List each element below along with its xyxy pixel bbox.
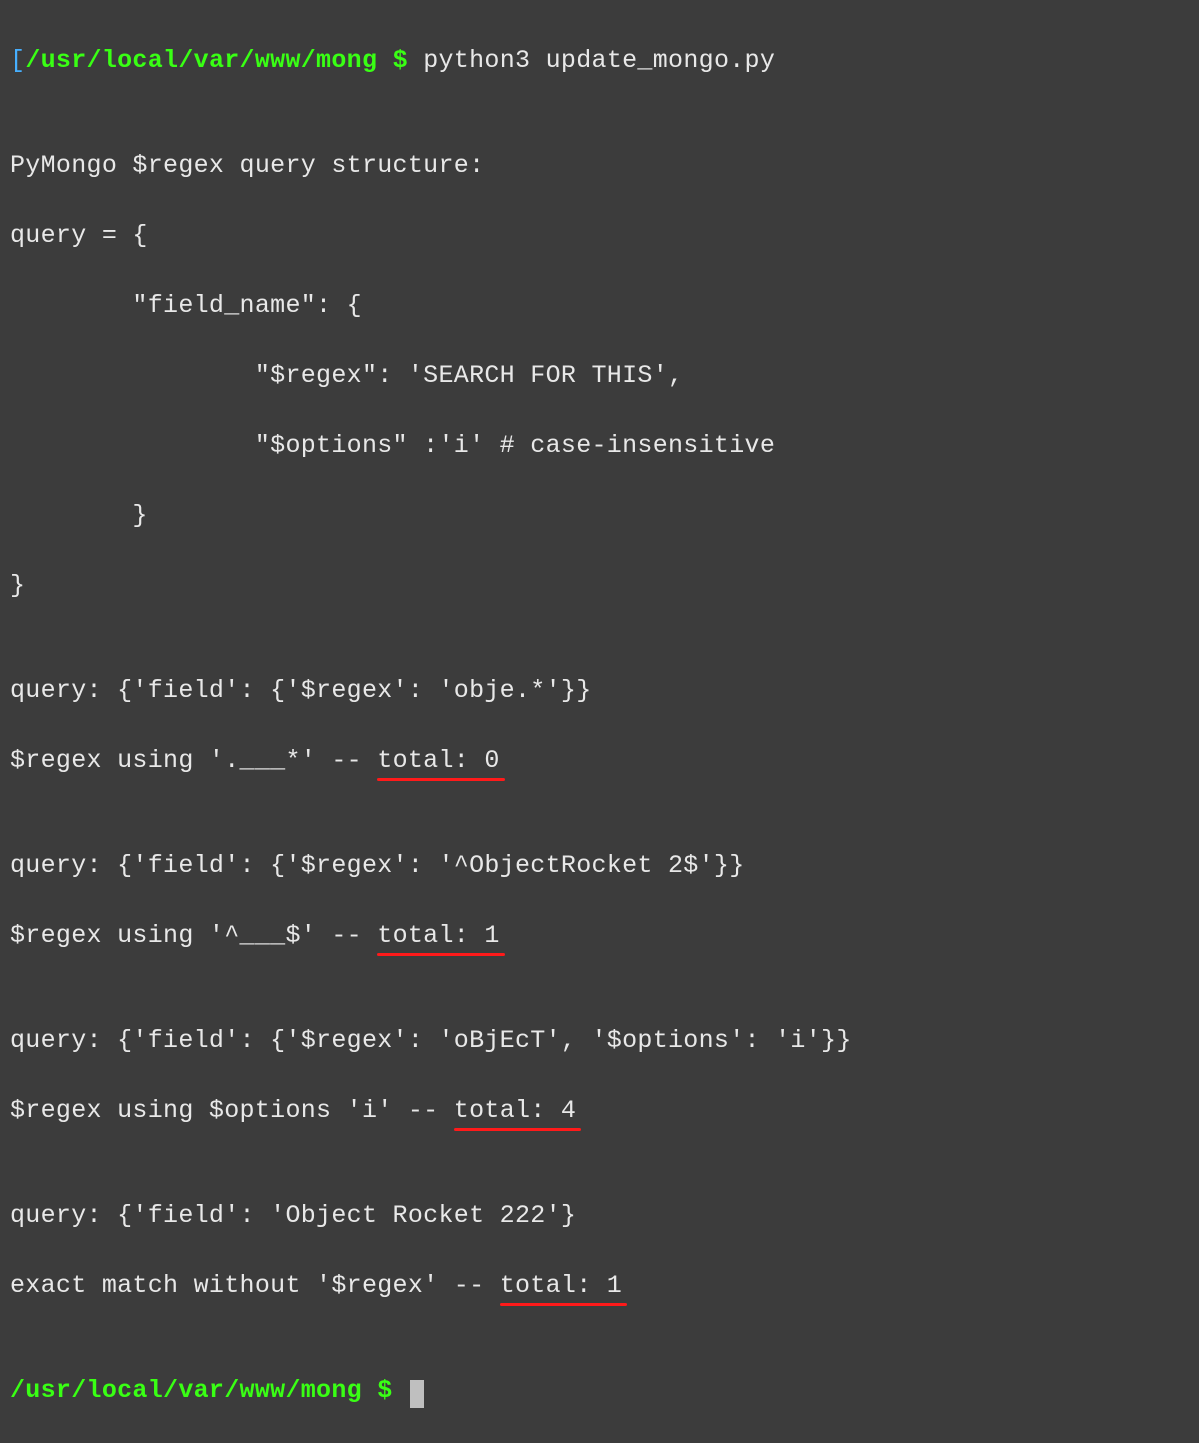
prompt-symbol: $ bbox=[362, 1376, 408, 1405]
total-highlight: total: 1 bbox=[377, 918, 499, 953]
prompt-symbol: $ bbox=[377, 46, 423, 75]
query-line: query: {'field': {'$regex': '^ObjectRock… bbox=[10, 848, 1189, 883]
total-highlight: total: 4 bbox=[454, 1093, 576, 1128]
result-prefix: $regex using $options 'i' -- bbox=[10, 1096, 454, 1125]
result-line: $regex using '^___$' -- total: 1 bbox=[10, 918, 1189, 953]
total-highlight: total: 0 bbox=[377, 743, 499, 778]
output-line: PyMongo $regex query structure: bbox=[10, 148, 1189, 183]
cwd-path: /usr/local/var/www/mong bbox=[10, 1376, 362, 1405]
query-line: query: {'field': 'Object Rocket 222'} bbox=[10, 1198, 1189, 1233]
output-line: "field_name": { bbox=[10, 288, 1189, 323]
output-line: query = { bbox=[10, 218, 1189, 253]
command-text: python3 update_mongo.py bbox=[423, 46, 775, 75]
result-prefix: exact match without '$regex' -- bbox=[10, 1271, 500, 1300]
result-line: $regex using '.___*' -- total: 0 bbox=[10, 743, 1189, 778]
cursor-icon bbox=[410, 1380, 424, 1408]
result-prefix: $regex using '^___$' -- bbox=[10, 921, 377, 950]
output-line: } bbox=[10, 498, 1189, 533]
result-line: $regex using $options 'i' -- total: 4 bbox=[10, 1093, 1189, 1128]
total-highlight: total: 1 bbox=[500, 1268, 622, 1303]
prompt-line-2[interactable]: /usr/local/var/www/mong $ bbox=[10, 1373, 1189, 1408]
query-line: query: {'field': {'$regex': 'oBjEcT', '$… bbox=[10, 1023, 1189, 1058]
terminal[interactable]: [/usr/local/var/www/mong $ python3 updat… bbox=[10, 8, 1189, 1443]
output-line: "$options" :'i' # case-insensitive bbox=[10, 428, 1189, 463]
result-prefix: $regex using '.___*' -- bbox=[10, 746, 377, 775]
output-line: "$regex": 'SEARCH FOR THIS', bbox=[10, 358, 1189, 393]
output-line: } bbox=[10, 568, 1189, 603]
prompt-line-1: [/usr/local/var/www/mong $ python3 updat… bbox=[10, 43, 1189, 78]
bracket-open: [ bbox=[10, 46, 25, 75]
query-line: query: {'field': {'$regex': 'obje.*'}} bbox=[10, 673, 1189, 708]
result-line: exact match without '$regex' -- total: 1 bbox=[10, 1268, 1189, 1303]
cwd-path: /usr/local/var/www/mong bbox=[25, 46, 377, 75]
